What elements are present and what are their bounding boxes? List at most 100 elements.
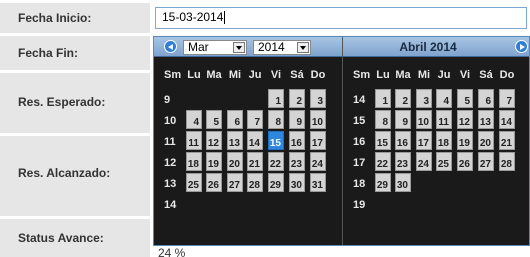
day-cell[interactable]: 16 [289,131,305,150]
day-cell[interactable]: 24 [310,152,326,171]
day-cell[interactable]: 13 [478,110,494,129]
day-cell[interactable]: 9 [289,110,305,129]
year-select-value: 2014 [258,40,285,54]
day-cell[interactable]: 19 [206,152,222,171]
date-picker-calendar: Mar 2014 Abril 2014 Sm Lu Ma Mi Ju Vi Sá Do 9 10 1… [153,36,530,246]
day-cell[interactable]: 22 [375,152,391,171]
day-cell[interactable]: 15 [375,131,391,150]
day-cell[interactable]: 16 [395,131,411,150]
day-cell[interactable]: 12 [457,110,473,129]
day-cell[interactable]: 4 [436,89,452,108]
weekday-header: Ju [437,69,451,81]
day-cell[interactable]: 3 [416,89,432,108]
weekday-header: Sá [479,69,493,81]
day-cell[interactable]: 5 [206,110,222,129]
day-cell[interactable]: 17 [416,131,432,150]
day-cell[interactable]: 8 [268,110,284,129]
week-number: 18 [353,178,366,190]
day-cell[interactable]: 23 [289,152,305,171]
weekday-header: Ju [248,69,262,81]
week-number: 19 [353,199,366,211]
weekday-header: Vi [270,69,282,81]
month-select-value: Mar [188,40,209,54]
day-cell[interactable]: 24 [416,152,432,171]
day-cell[interactable]: 7 [499,89,515,108]
day-cell[interactable]: 6 [227,110,243,129]
weekday-header: Do [310,69,326,81]
day-cell[interactable]: 21 [247,152,263,171]
day-cell[interactable]: 8 [375,110,391,129]
day-cell[interactable]: 30 [289,173,305,192]
day-cell[interactable]: 11 [436,110,452,129]
day-cell[interactable]: 29 [375,173,391,192]
week-number: 11 [164,136,176,148]
label-res-esperado: Res. Esperado: [18,95,106,109]
next-month-icon[interactable] [515,40,528,53]
day-cell[interactable]: 18 [186,152,202,171]
week-number: 14 [353,94,366,106]
day-cell[interactable]: 28 [499,152,515,171]
day-cell[interactable]: 26 [206,173,222,192]
label-res-alcanzado: Res. Alcanzado: [18,166,111,180]
selected-day-cell[interactable]: 15 [268,131,284,150]
fecha-inicio-input[interactable]: 15-03-2014 [155,7,527,29]
day-cell[interactable]: 22 [268,152,284,171]
day-cell[interactable]: 27 [227,173,243,192]
chevron-down-icon[interactable] [297,42,309,53]
day-cell[interactable]: 25 [186,173,202,192]
week-number: 10 [164,115,177,127]
day-cell[interactable]: 5 [457,89,473,108]
day-cell[interactable]: 6 [478,89,494,108]
day-cell[interactable]: 11 [186,131,202,150]
week-number: 12 [164,157,177,169]
weekday-header: Ma [206,69,222,81]
day-cell[interactable]: 19 [457,131,473,150]
chevron-down-icon[interactable] [233,42,245,53]
week-number: 16 [353,136,366,148]
day-cell[interactable]: 14 [247,131,263,150]
day-cell[interactable]: 21 [499,131,515,150]
second-month-title: Abril 2014 [399,40,457,54]
month-select[interactable]: Mar [183,40,247,55]
week-number: 13 [164,178,177,190]
label-row-status-avance: Status Avance: [0,219,150,257]
day-cell[interactable]: 10 [310,110,326,129]
day-cell[interactable]: 20 [227,152,243,171]
day-cell[interactable]: 7 [247,110,263,129]
day-cell[interactable]: 28 [247,173,263,192]
month-divider [342,37,343,245]
day-cell[interactable]: 2 [289,89,305,108]
day-cell[interactable]: 4 [186,110,202,129]
weekday-header: Sm [353,69,371,81]
day-cell[interactable]: 26 [457,152,473,171]
year-select[interactable]: 2014 [253,40,311,55]
day-cell[interactable]: 2 [395,89,411,108]
day-cell[interactable]: 17 [310,131,326,150]
previous-month-icon[interactable] [164,40,177,53]
day-cell[interactable]: 18 [436,131,452,150]
day-cell[interactable]: 3 [310,89,326,108]
day-cell[interactable]: 14 [499,110,515,129]
day-cell[interactable]: 13 [227,131,243,150]
day-cell[interactable]: 31 [310,173,326,192]
day-cell[interactable]: 1 [268,89,284,108]
week-number: 9 [164,94,171,106]
label-row-fecha-inicio: Fecha Inicio: [0,3,150,33]
day-cell[interactable]: 20 [478,131,494,150]
day-cell[interactable]: 23 [395,152,411,171]
weekday-header: Do [499,69,515,81]
day-cell[interactable]: 12 [206,131,222,150]
day-cell[interactable]: 9 [395,110,411,129]
weekday-header: Lu [376,69,390,81]
weekday-header: Sá [290,69,304,81]
day-cell[interactable]: 27 [478,152,494,171]
fecha-inicio-value: 15-03-2014 [162,10,224,24]
label-fecha-inicio: Fecha Inicio: [18,11,92,25]
day-cell[interactable]: 29 [268,173,284,192]
label-row-res-alcanzado: Res. Alcanzado: [0,136,150,216]
day-cell[interactable]: 25 [436,152,452,171]
day-cell[interactable]: 1 [375,89,391,108]
day-cell[interactable]: 30 [395,173,411,192]
weekday-header: Mi [228,69,242,81]
day-cell[interactable]: 10 [416,110,432,129]
